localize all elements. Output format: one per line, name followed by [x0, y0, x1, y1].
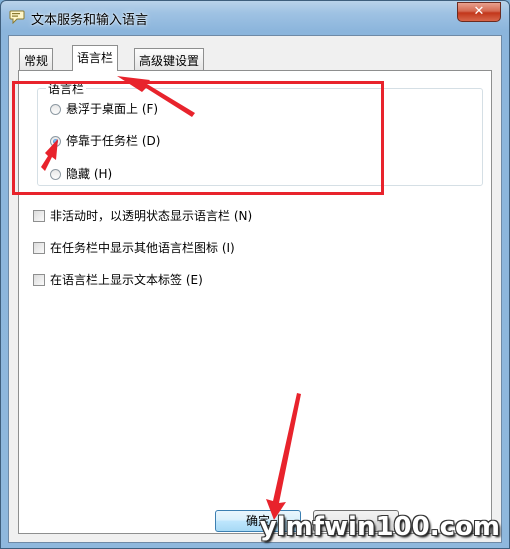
arrow-to-language-bar-tab [117, 76, 195, 117]
tab-language-bar-label: 语言栏 [77, 51, 114, 65]
annotation-arrows [41, 76, 301, 520]
watermark: ylmfwin100.com [259, 512, 500, 542]
arrow-to-dock-radio [41, 139, 58, 171]
tab-language-bar[interactable]: 语言栏 [72, 45, 119, 71]
arrow-to-ok-button [266, 393, 301, 520]
